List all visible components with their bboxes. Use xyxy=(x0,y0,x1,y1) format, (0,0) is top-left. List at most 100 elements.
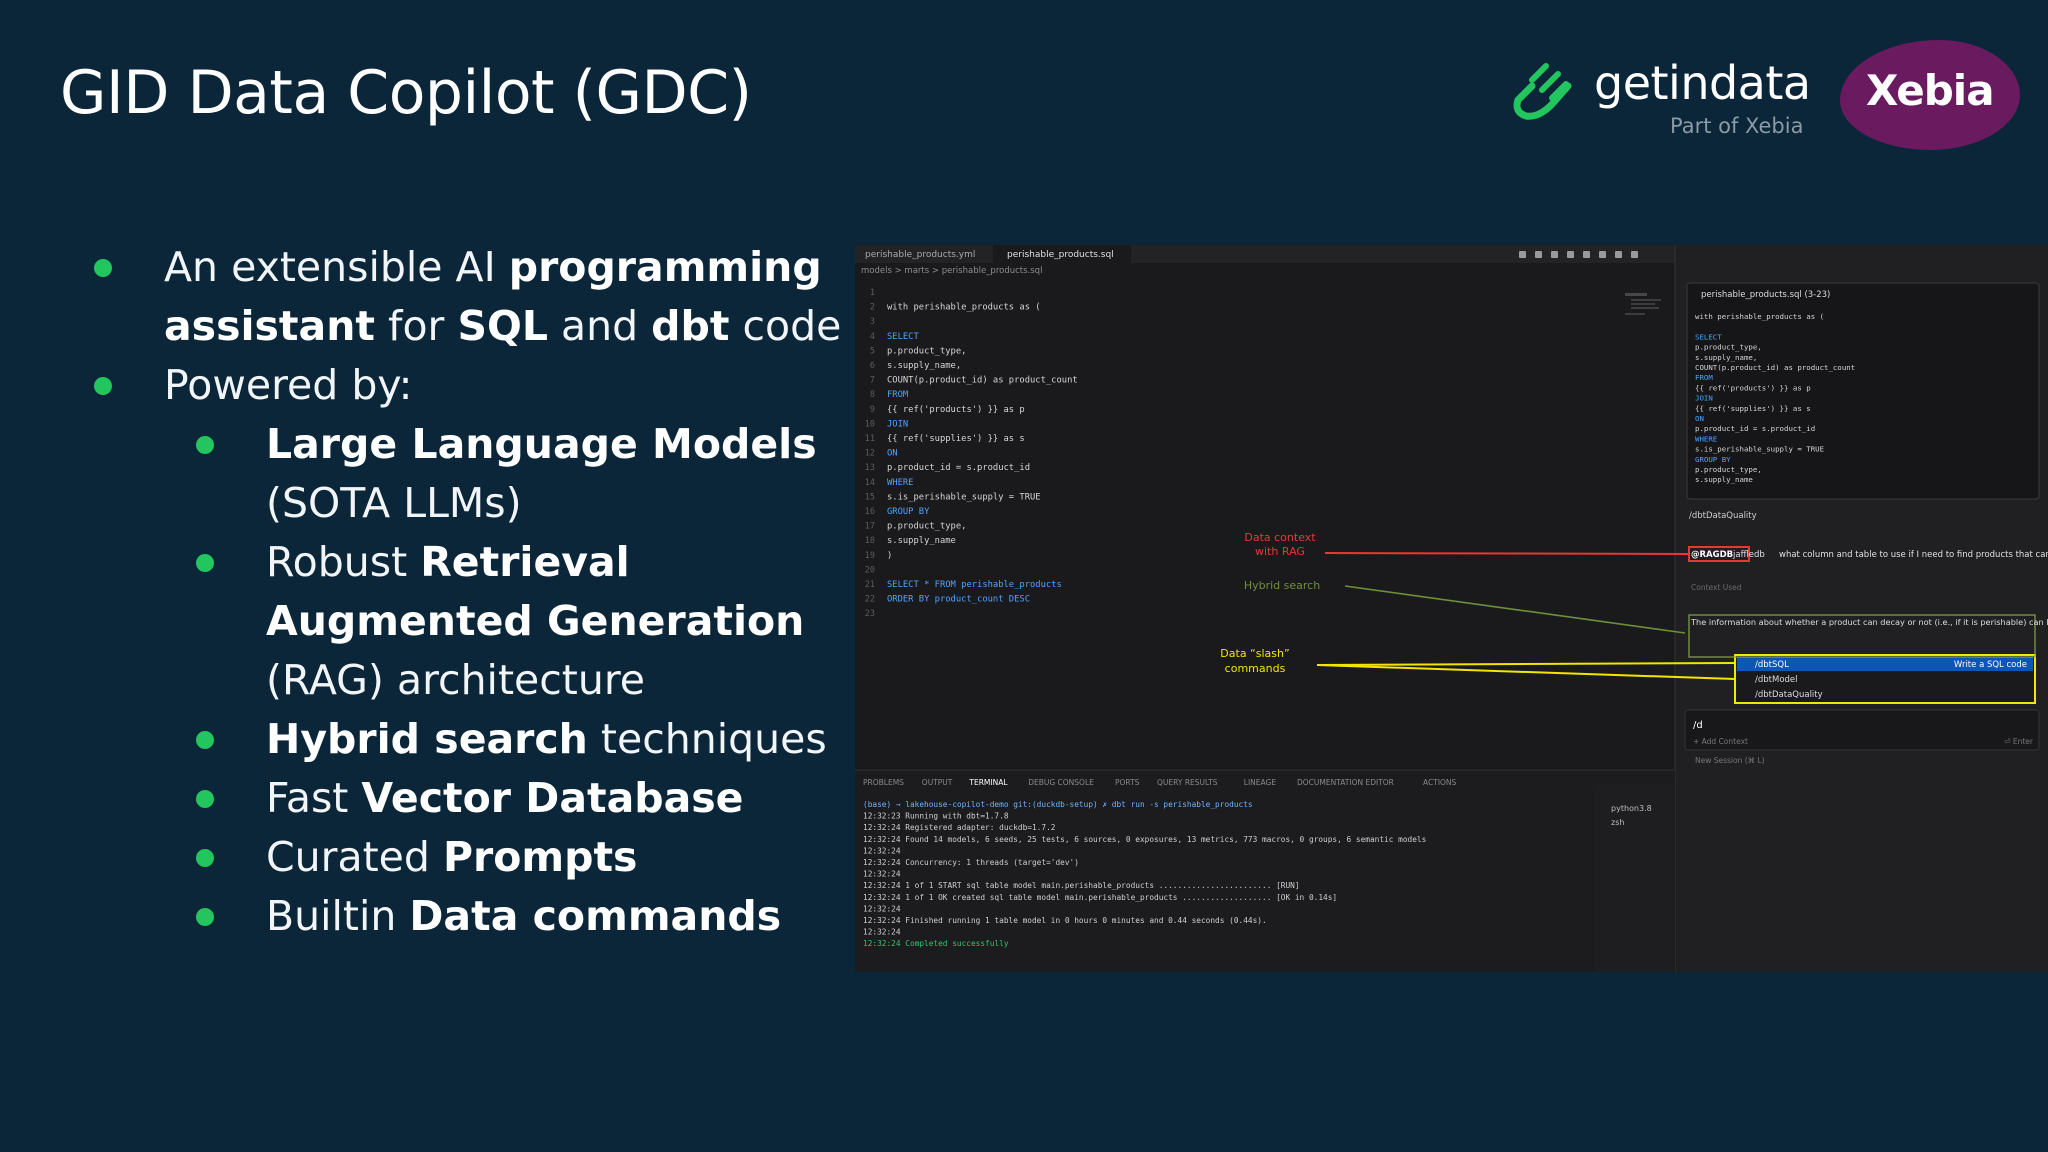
code-line: SELECT xyxy=(887,332,919,342)
code-line: s.supply_name, xyxy=(887,361,961,371)
bullet-text: for xyxy=(375,302,458,350)
panel-tab-problems[interactable]: PROBLEMS xyxy=(863,778,904,787)
line-number: 20 xyxy=(865,565,875,575)
chat-input-value[interactable]: /d xyxy=(1693,720,1703,731)
bullet-text-bold: Large Language Models xyxy=(266,420,817,468)
rag-tag: @RAGDB xyxy=(1691,550,1733,560)
editor-tab-yml[interactable]: perishable_products.yml xyxy=(865,250,975,260)
terminal-line: 12:32:24 xyxy=(863,928,901,937)
breadcrumb: models > marts > perishable_products.sql xyxy=(861,266,1042,276)
chat-snippet-line: {{ ref('supplies') }} as s xyxy=(1695,404,1811,413)
line-number: 16 xyxy=(865,507,875,517)
annotation-rag: with RAG xyxy=(1255,545,1305,558)
code-line: p.product_id = s.product_id xyxy=(887,463,1030,473)
enter-hint: ⏎ Enter xyxy=(2004,737,2034,746)
bullet-text-bold: Hybrid search xyxy=(266,715,588,763)
panel-tab-lineage[interactable]: LINEAGE xyxy=(1244,778,1277,787)
bullet-text: Robust xyxy=(266,538,421,586)
code-line: with perishable_products as ( xyxy=(887,303,1041,313)
annotation-slash: Data “slash” xyxy=(1220,647,1289,660)
code-line: ORDER BY product_count DESC xyxy=(887,595,1030,605)
code-line: GROUP BY xyxy=(887,507,930,517)
terminal-line: (base) → lakehouse-copilot-demo git:(duc… xyxy=(863,800,1253,809)
add-context-button[interactable]: + Add Context xyxy=(1693,737,1748,746)
line-number: 8 xyxy=(870,390,875,400)
code-line: SELECT * FROM perishable_products xyxy=(887,580,1062,590)
bullet-text: Curated xyxy=(266,833,443,881)
chat-command-used: /dbtDataQuality xyxy=(1689,511,1757,521)
annotation-hybrid: Hybrid search xyxy=(1244,579,1320,592)
bullet-text: code xyxy=(729,302,842,350)
chat-context-label: Context Used xyxy=(1691,583,1742,592)
code-line: JOIN xyxy=(887,419,908,429)
code-line: ) xyxy=(887,551,892,561)
panel-tab-actions[interactable]: ACTIONS xyxy=(1423,778,1457,787)
terminal-line: 12:32:24 Completed successfully xyxy=(863,939,1009,948)
getindata-tagline: Part of Xebia xyxy=(1670,114,1804,138)
bullet-dot-icon xyxy=(196,436,214,454)
code-line: COUNT(p.product_id) as product_count xyxy=(887,376,1078,386)
slash-command-item[interactable]: /dbtModel xyxy=(1755,675,1798,685)
bullet-item: An extensible AI programming assistant f… xyxy=(92,238,852,356)
slash-command-item[interactable]: /dbtDataQuality xyxy=(1755,690,1823,700)
bullet-text: Builtin xyxy=(266,892,410,940)
bullet-text: An extensible AI xyxy=(164,243,509,291)
annotation-slash: commands xyxy=(1225,662,1286,675)
bullet-item: Curated Prompts xyxy=(92,828,852,887)
chat-snippet-line: WHERE xyxy=(1695,434,1717,443)
panel-tab-ports[interactable]: PORTS xyxy=(1115,778,1140,787)
bullet-text: (SOTA LLMs) xyxy=(266,479,522,527)
terminal-line: 12:32:24 xyxy=(863,846,901,855)
line-number: 18 xyxy=(865,536,875,546)
chat-file-reference: perishable_products.sql (3-23) xyxy=(1701,290,1830,300)
ide-canvas: perishable_products.yml perishable_produc… xyxy=(855,245,2048,972)
bullet-text-bold: Data commands xyxy=(409,892,782,940)
bullet-item: Powered by: xyxy=(92,356,852,415)
terminal-session-item[interactable]: python3.8 xyxy=(1611,804,1652,813)
chat-snippet-line: with perishable_products as ( xyxy=(1695,312,1824,321)
chat-answer: The information about whether a product … xyxy=(1690,617,2048,627)
editor-tab-sql[interactable]: perishable_products.sql xyxy=(1007,250,1114,260)
line-number: 13 xyxy=(865,463,875,473)
panel-tab-documentation-editor[interactable]: DOCUMENTATION EDITOR xyxy=(1297,778,1394,787)
line-number: 14 xyxy=(865,478,875,488)
terminal-line: 12:32:24 Finished running 1 table model … xyxy=(863,916,1267,925)
chat-snippet-line: s.is_perishable_supply = TRUE xyxy=(1695,445,1824,454)
line-number: 9 xyxy=(870,405,875,415)
chat-snippet-line: JOIN xyxy=(1695,394,1713,403)
code-line: WHERE xyxy=(887,478,913,488)
line-number: 12 xyxy=(865,449,875,459)
rag-arrow xyxy=(1324,552,1690,555)
chat-snippet-line: p.product_type, xyxy=(1695,465,1762,474)
bullet-text: techniques xyxy=(587,715,827,763)
bullet-dot-icon xyxy=(196,849,214,867)
bullet-list: An extensible AI programming assistant f… xyxy=(92,238,852,946)
terminal-session-item[interactable]: zsh xyxy=(1611,818,1624,827)
code-line: p.product_type, xyxy=(887,522,966,532)
bullet-dot-icon xyxy=(94,259,112,277)
panel-tab-debug-console[interactable]: DEBUG CONSOLE xyxy=(1028,778,1094,787)
bullet-dot-icon xyxy=(196,790,214,808)
logo-area: getindata Part of Xebia Xebia xyxy=(1510,40,2020,160)
panel-tab-output[interactable]: OUTPUT xyxy=(922,778,953,787)
terminal-session-list xyxy=(1595,785,1675,972)
panel-tab-query-results[interactable]: QUERY RESULTS xyxy=(1157,778,1218,787)
slash-command-item[interactable]: /dbtSQL xyxy=(1755,660,1789,670)
line-number: 15 xyxy=(865,492,875,502)
bullet-text: Fast xyxy=(266,774,362,822)
panel-tab-terminal[interactable]: TERMINAL xyxy=(968,778,1008,787)
line-number: 21 xyxy=(865,580,875,590)
line-number: 19 xyxy=(865,551,875,561)
line-number: 7 xyxy=(870,376,875,386)
line-number: 3 xyxy=(870,317,875,327)
chat-snippet-line: ON xyxy=(1695,414,1704,423)
line-number: 11 xyxy=(865,434,875,444)
code-line: s.is_perishable_supply = TRUE xyxy=(887,492,1041,502)
terminal-line: 12:32:24 xyxy=(863,870,901,879)
terminal-line: 12:32:24 Registered adapter: duckdb=1.7.… xyxy=(863,823,1056,832)
bullet-dot-icon xyxy=(196,908,214,926)
line-number: 10 xyxy=(865,419,875,429)
bullet-item: Large Language Models (SOTA LLMs) xyxy=(92,415,852,533)
new-session-button[interactable]: New Session (⌘ L) xyxy=(1695,756,1765,765)
bullet-item: Robust Retrieval Augmented Generation (R… xyxy=(92,533,852,710)
